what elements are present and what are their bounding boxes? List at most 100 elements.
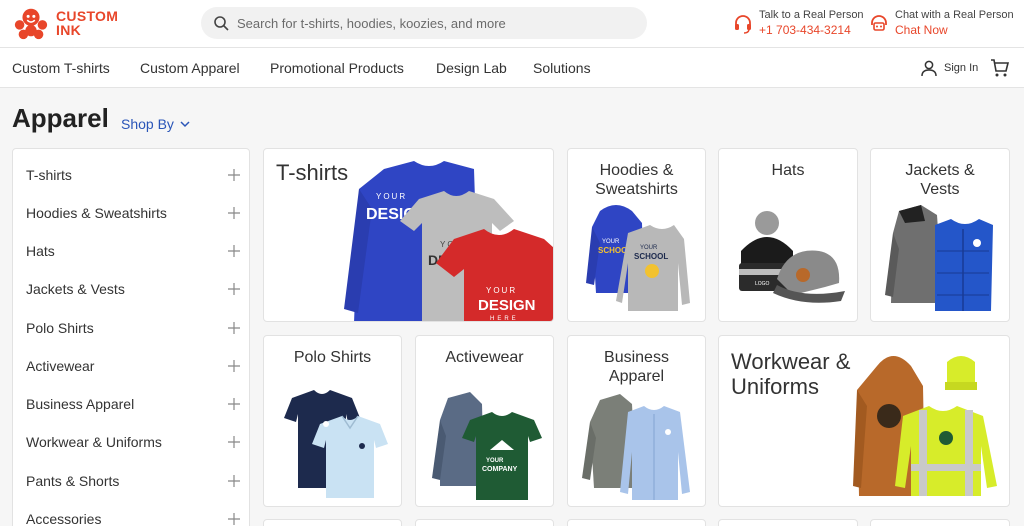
art-text-here: HERE <box>490 316 519 322</box>
sidebar-item-label: Accessories <box>26 511 102 526</box>
sidebar-item-jackets[interactable]: Jackets & Vests <box>26 277 241 301</box>
nav-custom-apparel[interactable]: Custom Apparel <box>140 60 240 76</box>
sidebar-item-label: Business Apparel <box>26 396 135 412</box>
art-text-your-6: YOUR <box>486 458 504 464</box>
art-text-company: COMPANY <box>482 466 518 473</box>
sidebar-item-accessories[interactable]: Accessories <box>26 507 241 526</box>
sidebar-item-business[interactable]: Business Apparel <box>26 392 241 416</box>
headset-icon <box>735 15 751 34</box>
sidebar-item-hats[interactable]: Hats <box>26 239 241 263</box>
plus-icon[interactable] <box>227 282 241 296</box>
sidebar-item-workwear[interactable]: Workwear & Uniforms <box>26 430 241 454</box>
card-title-hoodies: Hoodies & Sweatshirts <box>568 161 705 199</box>
plus-icon[interactable] <box>227 397 241 411</box>
cart-icon[interactable] <box>990 58 1010 78</box>
category-card-next-2[interactable] <box>415 519 554 526</box>
art-text-your-3: YOUR <box>486 286 517 295</box>
plus-icon[interactable] <box>227 206 241 220</box>
shop-by-label: Shop By <box>121 116 174 132</box>
sidebar-item-label: Activewear <box>26 358 95 374</box>
art-text-your-4: YOUR <box>602 239 620 245</box>
logo-mascot-icon <box>14 8 48 40</box>
plus-icon[interactable] <box>227 359 241 373</box>
sign-in-link[interactable]: Sign In <box>920 59 978 77</box>
category-card-next-4[interactable] <box>718 519 858 526</box>
nav-design-lab[interactable]: Design Lab <box>436 60 507 76</box>
art-text-your-5: YOUR <box>640 245 658 251</box>
page-title: Apparel <box>12 103 109 133</box>
hats-image: LOGO <box>739 211 845 303</box>
chevron-down-icon <box>180 121 190 128</box>
art-text-logo: LOGO <box>755 281 770 287</box>
sidebar-item-label: T-shirts <box>26 167 72 183</box>
card-title-polo: Polo Shirts <box>293 349 372 366</box>
logo-line-2: INK <box>56 22 82 38</box>
sidebar-item-label: Workwear & Uniforms <box>26 434 162 450</box>
category-card-next-1[interactable] <box>263 519 402 526</box>
search-icon <box>214 16 229 31</box>
category-card-workwear[interactable]: Workwear & Uniforms <box>718 335 1010 507</box>
tshirts-image: YOUR DESIGN YOUR DESIGN YOUR DESIGN HERE <box>344 161 553 322</box>
nav-custom-tshirts[interactable]: Custom T-shirts <box>12 60 110 76</box>
card-title-line: Sweatshirts <box>595 181 678 198</box>
category-card-hats[interactable]: Hats LOGO <box>718 148 858 322</box>
custom-ink-logo[interactable]: CUSTOM INK <box>12 4 118 42</box>
art-text-design-3: DESIGN <box>478 297 536 314</box>
sidebar-item-pants[interactable]: Pants & Shorts <box>26 469 241 493</box>
sidebar-item-label: Pants & Shorts <box>26 473 120 489</box>
workwear-image <box>853 356 997 496</box>
phone-link[interactable]: +1 703-434-3214 <box>759 22 864 38</box>
category-card-tshirts[interactable]: T-shirts YOUR DESIGN YOUR DESIGN YOUR DE… <box>263 148 554 322</box>
plus-icon[interactable] <box>227 168 241 182</box>
card-title-line: Apparel <box>608 368 665 385</box>
logo-text: CUSTOM INK <box>56 9 118 37</box>
category-card-business[interactable]: Business Apparel <box>567 335 706 507</box>
chat-now-link[interactable]: Chat Now <box>895 22 1014 38</box>
sidebar-item-label: Polo Shirts <box>26 320 94 336</box>
plus-icon[interactable] <box>227 321 241 335</box>
business-image <box>582 394 690 500</box>
art-text-your: YOUR <box>376 192 407 201</box>
jackets-image <box>885 205 993 311</box>
logo-line-1: CUSTOM <box>56 8 119 24</box>
card-title-line: Vests <box>920 181 960 198</box>
user-icon <box>921 60 937 77</box>
plus-icon[interactable] <box>227 244 241 258</box>
site-header: CUSTOM INK Talk to a Real Person +1 703-… <box>0 0 1024 48</box>
talk-label: Talk to a Real Person <box>759 9 864 21</box>
phone-contact[interactable]: Talk to a Real Person +1 703-434-3214 <box>733 8 864 38</box>
card-title-line: Business <box>604 349 669 366</box>
card-title-jackets: Jackets & Vests <box>871 161 1009 199</box>
main-nav: Custom T-shirts Custom Apparel Promotion… <box>0 48 1024 88</box>
card-title-activewear: Activewear <box>445 349 524 366</box>
shop-by-dropdown[interactable]: Shop By <box>121 116 191 132</box>
sidebar-item-tshirts[interactable]: T-shirts <box>26 163 241 187</box>
category-card-hoodies[interactable]: Hoodies & Sweatshirts YOUR SCHOOL YOUR S… <box>567 148 706 322</box>
search-input[interactable] <box>237 15 617 31</box>
activewear-image: YOUR COMPANY <box>432 392 542 500</box>
chat-contact[interactable]: Chat with a Real Person Chat Now <box>869 8 1014 38</box>
category-card-activewear[interactable]: Activewear YOUR COMPANY <box>415 335 554 507</box>
nav-solutions[interactable]: Solutions <box>533 60 591 76</box>
card-title-hats: Hats <box>771 162 805 179</box>
card-title-line: Jackets & <box>905 162 975 179</box>
nav-promotional-products[interactable]: Promotional Products <box>270 60 404 76</box>
chat-icon <box>871 15 887 31</box>
sidebar-item-label: Jackets & Vests <box>26 281 125 297</box>
plus-icon[interactable] <box>227 512 241 526</box>
art-text-school-2: SCHOOL <box>634 252 668 261</box>
card-title-business: Business Apparel <box>568 348 705 386</box>
sidebar-item-activewear[interactable]: Activewear <box>26 354 241 378</box>
plus-icon[interactable] <box>227 474 241 488</box>
sidebar-item-polo[interactable]: Polo Shirts <box>26 316 241 340</box>
category-card-next-3[interactable] <box>567 519 706 526</box>
plus-icon[interactable] <box>227 435 241 449</box>
search-bar[interactable] <box>201 7 647 39</box>
category-card-polo[interactable]: Polo Shirts <box>263 335 402 507</box>
category-sidebar: T-shirts Hoodies & Sweatshirts Hats Jack… <box>12 148 250 526</box>
chat-label: Chat with a Real Person <box>895 9 1014 21</box>
category-card-jackets[interactable]: Jackets & Vests <box>870 148 1010 322</box>
category-card-next-5[interactable] <box>870 519 1010 526</box>
sidebar-item-label: Hats <box>26 243 55 259</box>
sidebar-item-hoodies[interactable]: Hoodies & Sweatshirts <box>26 201 241 225</box>
